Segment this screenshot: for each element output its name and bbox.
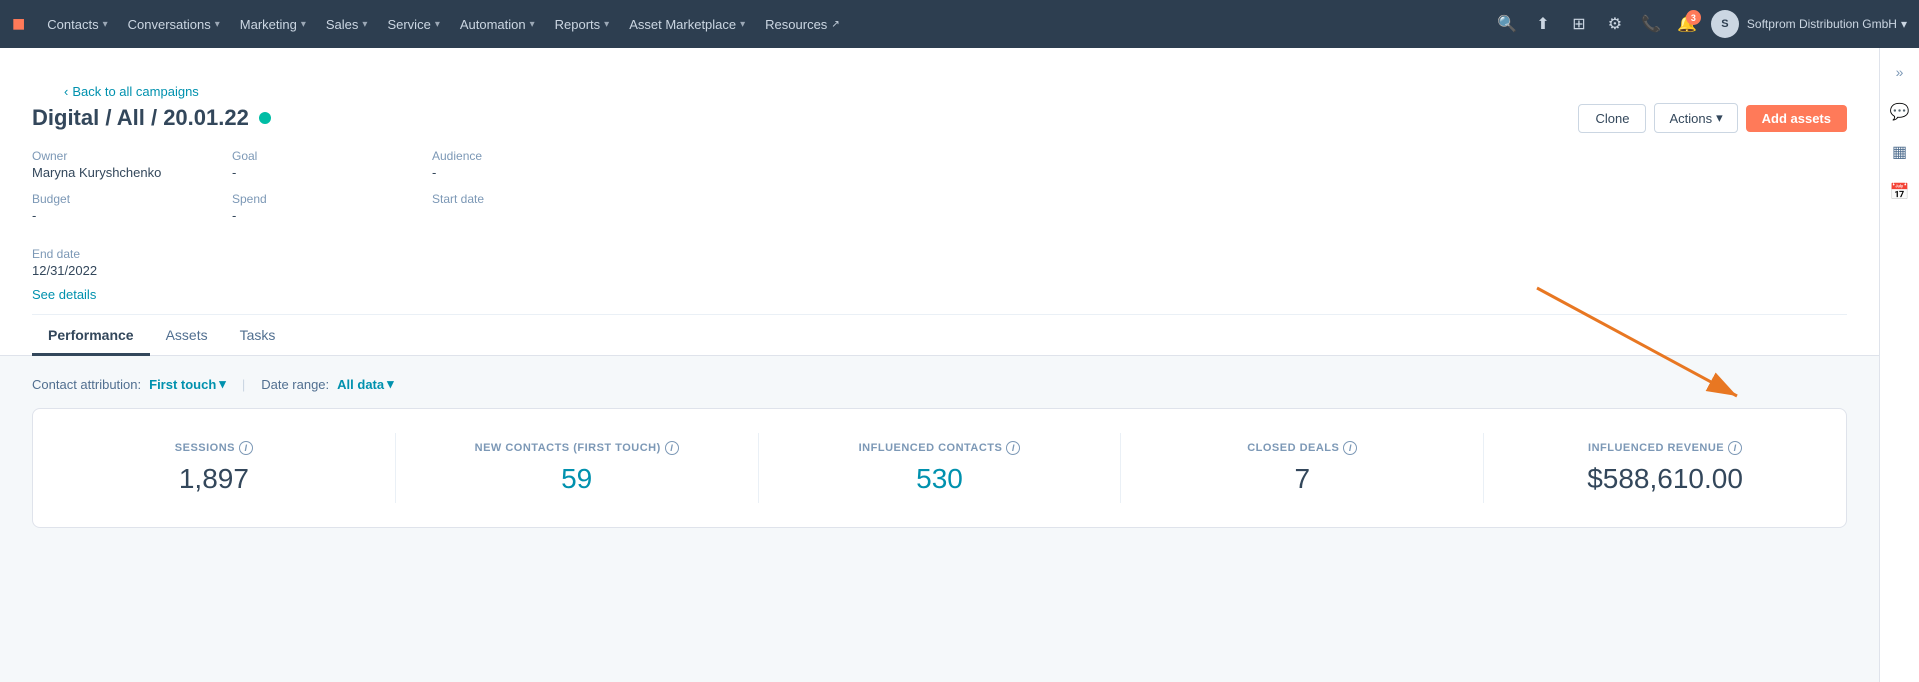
chevron-down-icon: ▾	[1716, 110, 1723, 126]
nav-resources[interactable]: Resources ↗	[755, 0, 850, 48]
influenced-revenue-value: $588,610.00	[1500, 463, 1830, 495]
meta-owner: Owner Maryna Kuryshchenko	[32, 149, 232, 180]
closed-deals-value: 7	[1137, 463, 1467, 495]
notification-badge: 3	[1686, 10, 1701, 25]
sidebar-chat-icon[interactable]: 💬	[1884, 96, 1916, 128]
back-to-campaigns-link[interactable]: ‹ Back to all campaigns	[64, 84, 1815, 99]
page-wrapper: ‹ Back to all campaigns Digital / All / …	[0, 48, 1919, 682]
performance-section: Contact attribution: First touch ▾ | Dat…	[0, 356, 1879, 564]
campaign-meta-grid: Owner Maryna Kuryshchenko Goal - Audienc…	[32, 149, 1847, 247]
campaign-status-dot	[259, 112, 271, 124]
stat-closed-deals: Closed Deals i 7	[1121, 433, 1484, 503]
campaign-tabs: Performance Assets Tasks	[32, 314, 1847, 355]
stats-card: Sessions i 1,897 New Contacts (First Tou…	[32, 408, 1847, 528]
phone-button[interactable]: 📞	[1635, 8, 1667, 40]
stat-sessions: Sessions i 1,897	[33, 433, 396, 503]
chevron-down-icon: ▾	[387, 376, 394, 392]
new-contacts-info-icon[interactable]: i	[665, 441, 679, 455]
actions-button[interactable]: Actions ▾	[1654, 103, 1737, 133]
campaign-title: Digital / All / 20.01.22	[32, 105, 249, 131]
meta-goal: Goal -	[232, 149, 432, 180]
back-link-area: ‹ Back to all campaigns	[32, 64, 1847, 103]
sidebar-table-icon[interactable]: ▦	[1884, 136, 1916, 168]
campaign-header: ‹ Back to all campaigns Digital / All / …	[0, 48, 1879, 356]
meta-audience: Audience -	[432, 149, 632, 180]
external-link-icon: ↗	[831, 19, 839, 30]
new-contacts-value: 59	[412, 463, 742, 495]
campaign-actions: Clone Actions ▾ Add assets	[1578, 103, 1847, 133]
chevron-down-icon: ▾	[530, 19, 535, 30]
chevron-down-icon: ▾	[362, 19, 367, 30]
nav-reports[interactable]: Reports ▾	[545, 0, 620, 48]
account-name[interactable]: Softprom Distribution GmbH ▾	[1747, 17, 1907, 31]
campaign-title-row: Digital / All / 20.01.22 Clone Actions ▾…	[32, 103, 1847, 133]
nav-conversations[interactable]: Conversations ▾	[118, 0, 230, 48]
top-navigation: ■ Contacts ▾ Conversations ▾ Marketing ▾…	[0, 0, 1919, 48]
topnav-icon-group: 🔍 ⬆ ⊞ ⚙ 📞 🔔 3 S Softprom Distribution Gm…	[1491, 8, 1907, 40]
chevron-left-icon: ‹	[64, 84, 68, 99]
sessions-info-icon[interactable]: i	[239, 441, 253, 455]
chevron-down-icon: ▾	[740, 19, 745, 30]
right-sidebar: » 💬 ▦ 📅	[1879, 48, 1919, 682]
filter-separator: |	[242, 377, 245, 392]
nav-marketing[interactable]: Marketing ▾	[230, 0, 316, 48]
tab-performance[interactable]: Performance	[32, 317, 150, 356]
stat-influenced-revenue: Influenced Revenue i $588,610.00	[1484, 433, 1846, 503]
hubspot-logo[interactable]: ■	[12, 11, 25, 37]
filter-bar: Contact attribution: First touch ▾ | Dat…	[32, 376, 1847, 392]
sessions-value: 1,897	[49, 463, 379, 495]
chevron-down-icon: ▾	[1901, 17, 1907, 31]
nav-sales[interactable]: Sales ▾	[316, 0, 378, 48]
influenced-contacts-info-icon[interactable]: i	[1006, 441, 1020, 455]
influenced-revenue-info-icon[interactable]: i	[1728, 441, 1742, 455]
meta-start-date: Start date	[432, 192, 632, 223]
marketplace-button[interactable]: ⊞	[1563, 8, 1595, 40]
chevron-down-icon: ▾	[219, 376, 226, 392]
chevron-down-icon: ▾	[103, 19, 108, 30]
stat-new-contacts: New Contacts (First Touch) i 59	[396, 433, 759, 503]
contact-attribution-filter[interactable]: First touch ▾	[149, 376, 226, 392]
tab-assets[interactable]: Assets	[150, 317, 224, 356]
clone-button[interactable]: Clone	[1578, 104, 1646, 133]
add-assets-button[interactable]: Add assets	[1746, 105, 1847, 132]
meta-budget: Budget -	[32, 192, 232, 223]
stats-card-wrapper: Sessions i 1,897 New Contacts (First Tou…	[32, 408, 1847, 528]
date-range-filter[interactable]: All data ▾	[337, 376, 394, 392]
influenced-contacts-value: 530	[775, 463, 1105, 495]
tab-tasks[interactable]: Tasks	[224, 317, 292, 356]
user-avatar[interactable]: S	[1711, 10, 1739, 38]
chevron-down-icon: ▾	[435, 19, 440, 30]
chevron-down-icon: ▾	[215, 19, 220, 30]
meta-spend: Spend -	[232, 192, 432, 223]
main-content: ‹ Back to all campaigns Digital / All / …	[0, 48, 1879, 682]
meta-end-date: End date 12/31/2022	[32, 247, 1847, 286]
nav-asset-marketplace[interactable]: Asset Marketplace ▾	[619, 0, 755, 48]
search-button[interactable]: 🔍	[1491, 8, 1523, 40]
closed-deals-info-icon[interactable]: i	[1343, 441, 1357, 455]
nav-automation[interactable]: Automation ▾	[450, 0, 545, 48]
chevron-down-icon: ▾	[604, 19, 609, 30]
nav-contacts[interactable]: Contacts ▾	[37, 0, 117, 48]
upgrade-button[interactable]: ⬆	[1527, 8, 1559, 40]
nav-service[interactable]: Service ▾	[377, 0, 449, 48]
settings-button[interactable]: ⚙	[1599, 8, 1631, 40]
notifications-button[interactable]: 🔔 3	[1671, 8, 1703, 40]
chevron-down-icon: ▾	[301, 19, 306, 30]
collapse-sidebar-button[interactable]: »	[1896, 56, 1904, 88]
sidebar-calendar-icon[interactable]: 📅	[1884, 176, 1916, 208]
see-details-link[interactable]: See details	[32, 287, 96, 302]
stat-influenced-contacts: Influenced Contacts i 530	[759, 433, 1122, 503]
